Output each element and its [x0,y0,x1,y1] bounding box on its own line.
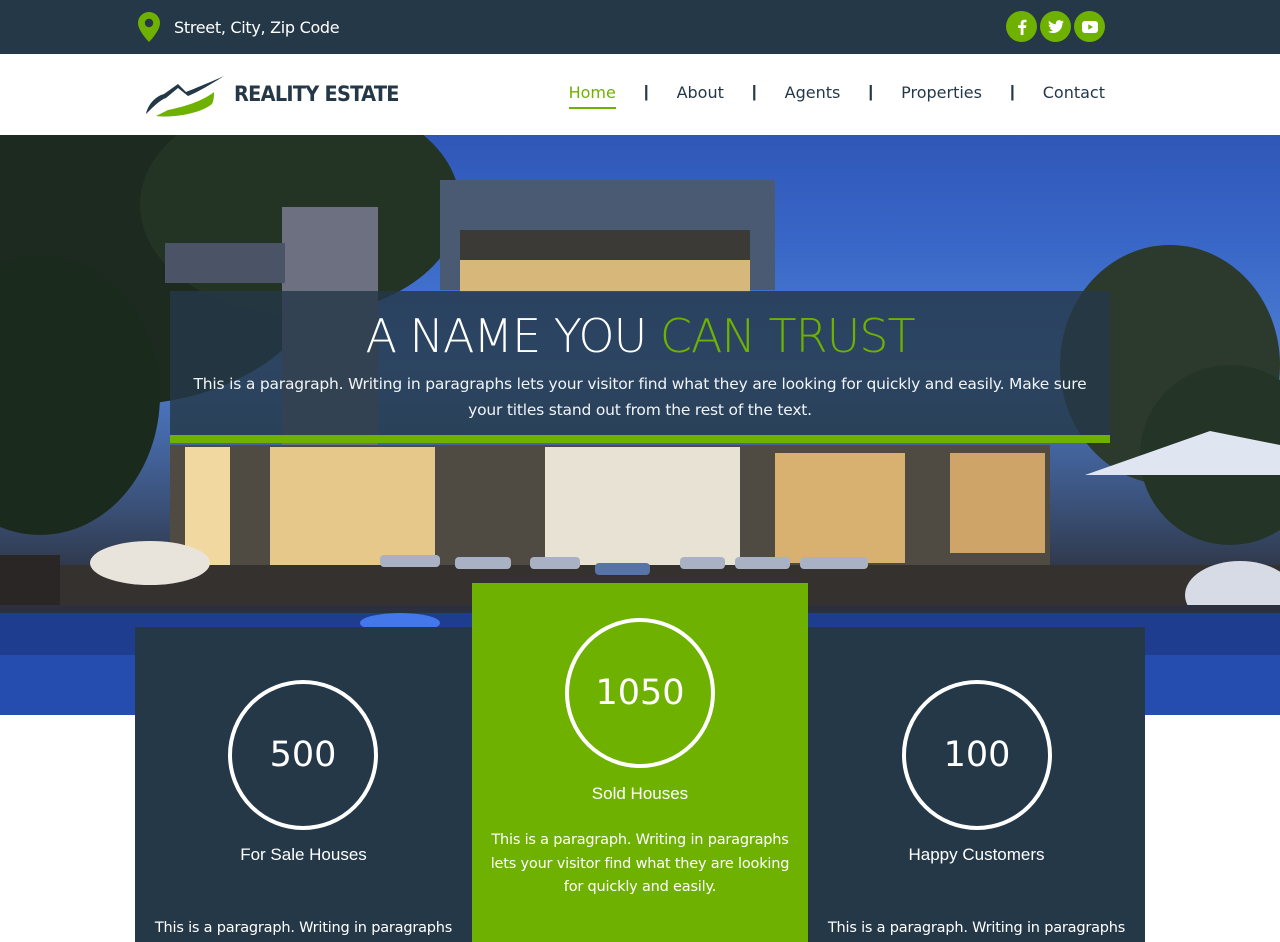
site-header: REALITY ESTATE Home | About | Agents | P… [0,54,1280,135]
address-text: Street, City, Zip Code [174,17,340,37]
main-nav: Home | About | Agents | Properties | Con… [568,82,1105,109]
stat-circle: 500 [228,680,378,830]
stat-card-for-sale: 500 For Sale Houses This is a paragraph.… [135,627,472,942]
nav-about[interactable]: About [677,83,724,102]
nav-separator: | [868,82,874,101]
social-links [1006,11,1105,42]
nav-contact[interactable]: Contact [1043,83,1105,102]
stat-card-sold: 1050 Sold Houses This is a paragraph. Wr… [472,583,808,942]
twitter-icon[interactable] [1040,11,1071,42]
stat-paragraph: This is a paragraph. Writing in paragrap… [154,920,453,936]
stat-paragraph: This is a paragraph. Writing in paragrap… [490,832,790,895]
stat-value: 500 [269,735,337,775]
hero-banner: A NAME YOU CAN TRUST This is a paragraph… [170,291,1110,443]
stat-circle: 100 [902,680,1052,830]
location-pin-icon [138,12,160,42]
stat-value: 1050 [595,673,685,713]
logo[interactable]: REALITY ESTATE [142,70,413,118]
logo-text: REALITY ESTATE [234,82,399,106]
address-block: Street, City, Zip Code [138,12,340,42]
nav-separator: | [643,82,649,101]
top-bar: Street, City, Zip Code [0,0,1280,54]
logo-house-icon [146,76,224,117]
stat-label: Happy Customers [908,845,1045,864]
nav-agents[interactable]: Agents [785,83,841,102]
stat-label: Sold Houses [591,784,689,803]
hero-title: A NAME YOU CAN TRUST [170,309,1110,363]
hero-title-white: A NAME YOU [365,309,647,363]
facebook-icon[interactable] [1006,11,1037,42]
hero-paragraph: This is a paragraph. Writing in paragrap… [193,375,1087,419]
stat-paragraph: This is a paragraph. Writing in paragrap… [827,920,1126,936]
hero-title-green: CAN TRUST [659,309,916,363]
nav-home[interactable]: Home [568,83,617,109]
stat-value: 100 [943,735,1011,775]
stat-label: For Sale Houses [240,845,367,864]
stat-card-customers: 100 Happy Customers This is a paragraph.… [808,627,1145,942]
stat-circle: 1050 [565,618,715,768]
nav-separator: | [751,82,757,101]
nav-properties[interactable]: Properties [901,83,982,102]
youtube-icon[interactable] [1074,11,1105,42]
nav-separator: | [1009,82,1015,101]
